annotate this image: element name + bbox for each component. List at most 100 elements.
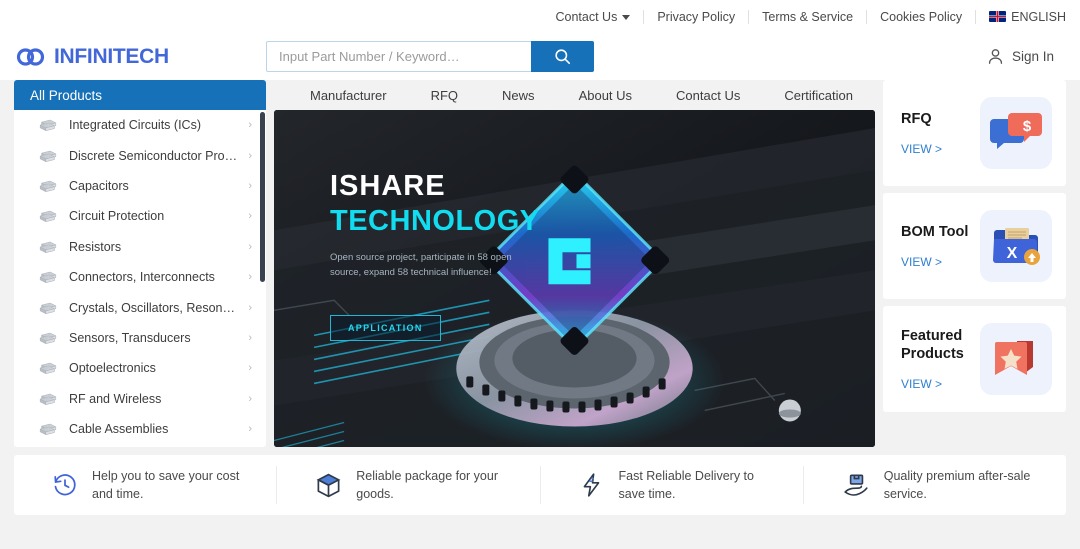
topbar-link-label: Privacy Policy xyxy=(657,9,736,24)
chevron-right-icon: › xyxy=(248,179,252,192)
main-navigation: Manufacturer RFQ News About Us Contact Us Cer… xyxy=(274,80,875,110)
topbar-link-privacy-policy[interactable]: Privacy Policy xyxy=(644,9,750,24)
sidebar-item-label: Connectors, Interconnects xyxy=(69,270,215,285)
infinity-rings-icon xyxy=(16,47,45,66)
chip-icon xyxy=(39,423,57,436)
card-view-link[interactable]: VIEW > xyxy=(901,377,980,391)
sidebar-item[interactable]: Discrete Semiconductor Products › xyxy=(14,140,266,170)
sidebar-item-label: Integrated Circuits (ICs) xyxy=(69,118,201,133)
search-input[interactable] xyxy=(266,41,531,72)
sidebar-item[interactable]: Circuit Protection › xyxy=(14,201,266,231)
nav-item[interactable]: Contact Us xyxy=(654,88,762,103)
card-text-block: BOM Tool VIEW > xyxy=(901,223,980,269)
card-icon-wrap: X xyxy=(980,210,1052,282)
hero-text-block: ISHARE TECHNOLOGY Open source project, p… xyxy=(330,170,545,280)
category-sidebar: All Products Integrated Circuits (ICs) › … xyxy=(14,80,266,447)
svg-text:X: X xyxy=(1007,245,1018,262)
top-utility-bar: Contact Us Privacy Policy Terms & Servic… xyxy=(0,0,1080,33)
chip-icon xyxy=(39,150,57,162)
chevron-right-icon: › xyxy=(248,392,252,405)
search-button[interactable] xyxy=(531,41,594,72)
uk-flag-icon xyxy=(989,11,1007,22)
feature-text: Quality premium after-sale service. xyxy=(883,468,1031,501)
logo[interactable]: INFINITECH xyxy=(16,45,266,69)
chip-icon xyxy=(39,180,57,193)
chip-icon xyxy=(39,363,57,375)
topbar-link-label: Cookies Policy xyxy=(880,9,963,24)
sidebar-item[interactable]: Optoelectronics › xyxy=(14,353,266,383)
sidebar-item[interactable]: Cable Assemblies › xyxy=(14,414,266,444)
topbar-link-terms-service[interactable]: Terms & Service xyxy=(749,9,868,24)
card-rfq[interactable]: RFQ VIEW > $ xyxy=(883,80,1066,186)
chevron-right-icon: › xyxy=(248,423,252,436)
language-selector[interactable]: ENGLISH xyxy=(976,10,1066,24)
nav-item[interactable]: Manufacturer xyxy=(288,88,409,103)
chevron-right-icon: › xyxy=(248,362,252,375)
nav-item[interactable]: About Us xyxy=(557,88,654,103)
card-view-link[interactable]: VIEW > xyxy=(901,142,980,156)
topbar-link-contact-us[interactable]: Contact Us xyxy=(542,9,645,24)
sidebar-item[interactable]: Sensors, Transducers › xyxy=(14,323,266,353)
sidebar-item-label: Circuit Protection xyxy=(69,209,165,224)
feature-text: Fast Reliable Delivery to save time. xyxy=(618,468,754,501)
chevron-right-icon: › xyxy=(248,301,252,314)
sidebar-item-label: Cable Assemblies xyxy=(69,422,169,437)
card-view-link[interactable]: VIEW > xyxy=(901,255,980,269)
chevron-right-icon: › xyxy=(248,149,252,162)
chevron-right-icon: › xyxy=(248,271,252,284)
card-icon-wrap: $ xyxy=(980,97,1052,169)
card-title: BOM Tool xyxy=(901,223,969,240)
card-featured-products[interactable]: Featured Products VIEW > xyxy=(883,306,1066,412)
chip-icon xyxy=(39,332,57,345)
sign-in-button[interactable]: Sign In xyxy=(986,47,1064,66)
sidebar-item-label: Optoelectronics xyxy=(69,361,156,376)
topbar-links: Contact Us Privacy Policy Terms & Servic… xyxy=(542,9,1066,24)
search-icon xyxy=(555,49,571,65)
feature-text: Reliable package for your goods. xyxy=(356,468,498,501)
sidebar-item-label: Discrete Semiconductor Products xyxy=(69,148,238,163)
all-products-header[interactable]: All Products xyxy=(14,80,266,110)
sidebar-item[interactable]: Capacitors › xyxy=(14,171,266,201)
sidebar-item-label: Resistors xyxy=(69,239,122,254)
application-button[interactable]: APPLICATION xyxy=(330,315,441,341)
chip-icon xyxy=(39,271,57,284)
sidebar-item[interactable]: Resistors › xyxy=(14,232,266,262)
sidebar-item[interactable]: Connectors, Interconnects › xyxy=(14,262,266,292)
site-header: INFINITECH Sign In xyxy=(0,33,1080,80)
language-label: ENGLISH xyxy=(1011,9,1066,24)
bookmark-star-icon xyxy=(995,341,1033,375)
card-title: Featured Products xyxy=(901,327,964,362)
sidebar-item[interactable]: RF and Wireless › xyxy=(14,384,266,414)
sidebar-item-label: RF and Wireless xyxy=(69,391,162,406)
all-products-label: All Products xyxy=(30,87,103,103)
package-box-icon xyxy=(316,473,341,497)
sidebar-scrollbar-thumb[interactable] xyxy=(260,112,265,282)
hero-title-line2: TECHNOLOGY xyxy=(330,205,540,238)
hero-banner[interactable]: ISHARE TECHNOLOGY Open source project, p… xyxy=(274,110,875,447)
sidebar-item[interactable]: Integrated Circuits (ICs) › xyxy=(14,110,266,140)
chevron-down-icon xyxy=(622,15,631,20)
nav-item[interactable]: Certification xyxy=(762,88,875,103)
feature-text: Help you to save your cost and time. xyxy=(92,468,240,501)
chip-icon xyxy=(39,241,57,253)
main-content: All Products Integrated Circuits (ICs) › … xyxy=(0,80,1080,447)
feature-reliable-package: Reliable package for your goods. xyxy=(277,466,541,504)
chip-icon xyxy=(39,119,57,132)
feature-fast-delivery: Fast Reliable Delivery to save time. xyxy=(541,466,804,504)
card-bom-tool[interactable]: BOM Tool VIEW > X xyxy=(883,193,1066,299)
nav-item[interactable]: News xyxy=(480,88,557,103)
chip-icon xyxy=(39,211,57,223)
sidebar-item-label: Capacitors xyxy=(69,178,129,193)
folder-excel-upload-icon: X xyxy=(993,228,1040,265)
feature-bar: Help you to save your cost and time. Rel… xyxy=(14,455,1066,515)
nav-item[interactable]: RFQ xyxy=(409,88,480,103)
logo-text: INFINITECH xyxy=(54,44,169,68)
sign-in-label: Sign In xyxy=(1011,49,1054,64)
center-column: Manufacturer RFQ News About Us Contact Us Cer… xyxy=(266,80,883,447)
chevron-right-icon: › xyxy=(248,331,252,344)
sidebar-item[interactable]: Crystals, Oscillators, Resonators › xyxy=(14,292,266,322)
topbar-link-cookies-policy[interactable]: Cookies Policy xyxy=(867,9,977,24)
chip-icon xyxy=(39,302,57,314)
hero-title-line1: ISHARE xyxy=(330,170,446,202)
sidebar-item-label: Sensors, Transducers xyxy=(69,330,191,345)
